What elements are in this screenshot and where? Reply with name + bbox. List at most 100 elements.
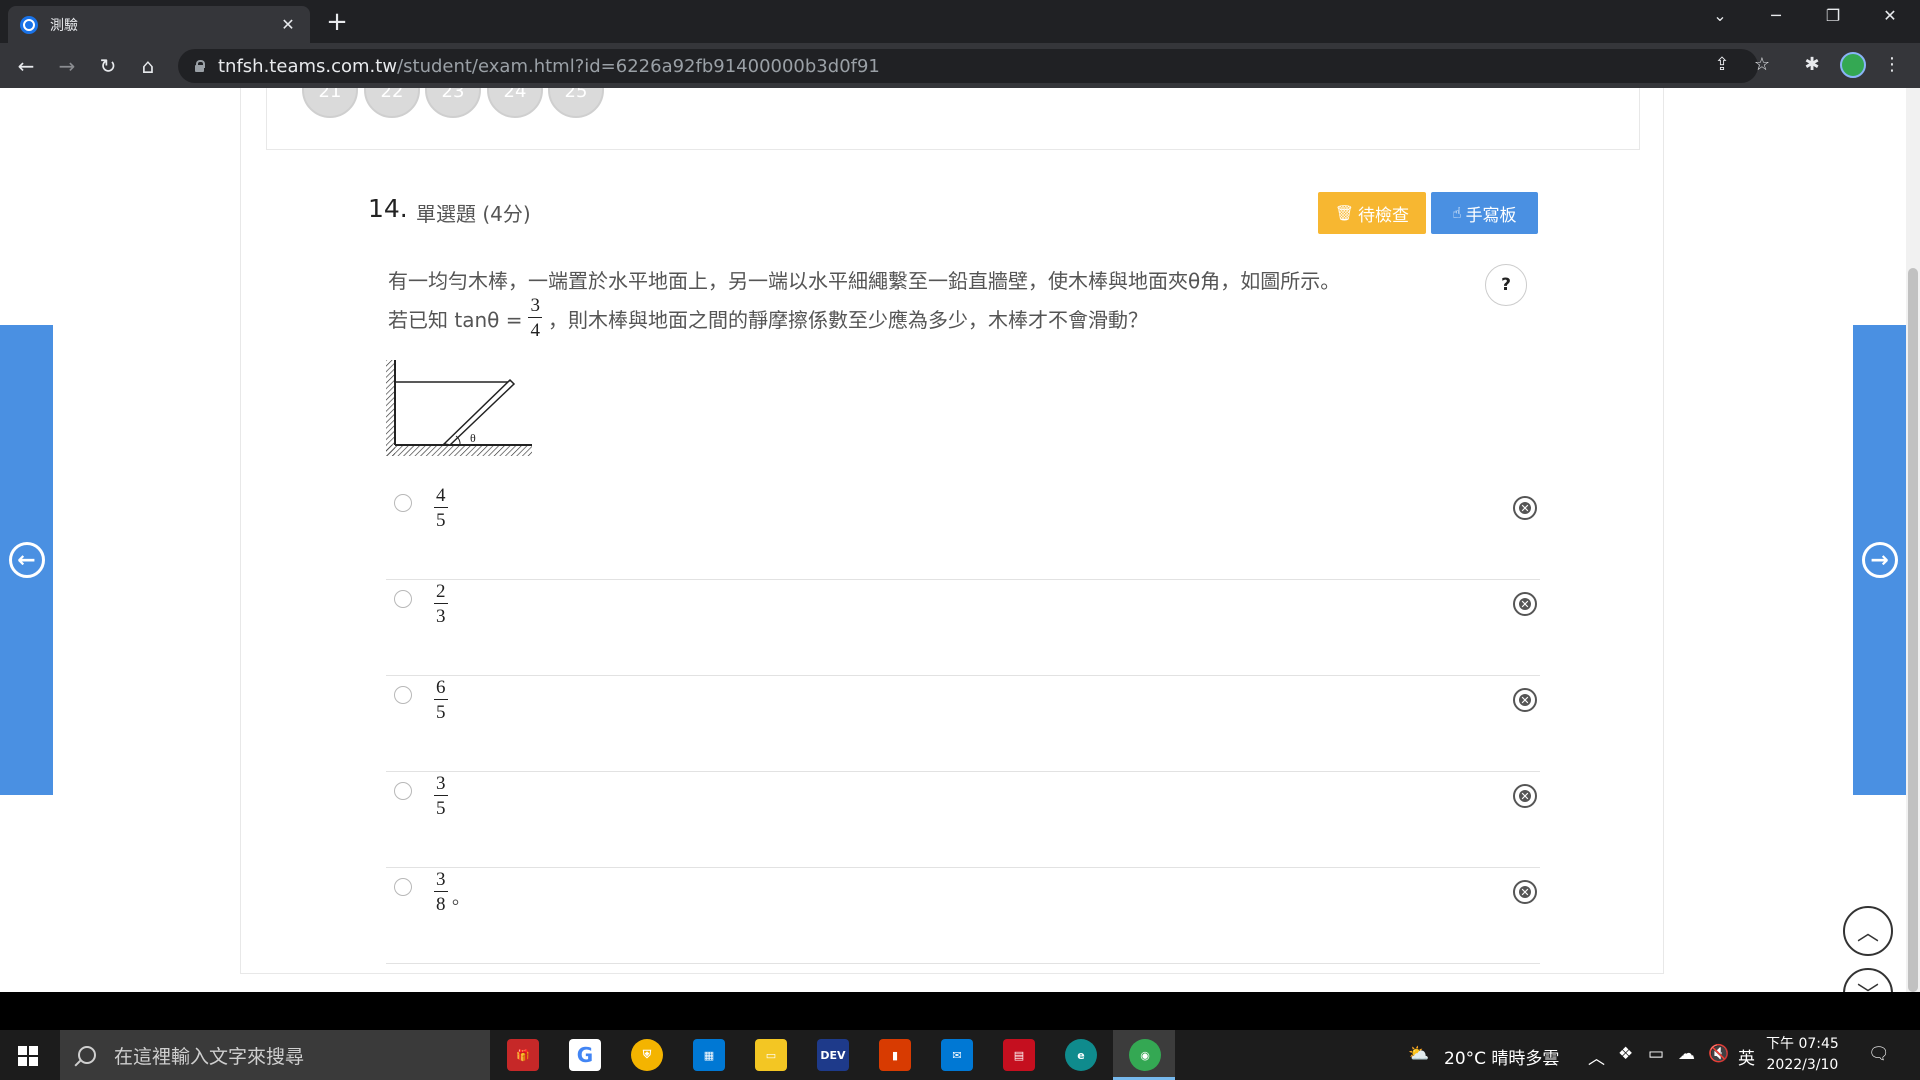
calendar-app-icon[interactable]: ▤ [1003,1039,1035,1071]
home-icon[interactable]: ⌂ [134,52,162,80]
reload-icon[interactable]: ↻ [94,52,122,80]
menu-kebab-icon[interactable]: ⋮ [1880,54,1904,75]
option-fraction: 3 8 [434,870,448,914]
stem-suffix: ，則木棒與地面之間的靜摩擦係數至少應為多少，木棒才不會滑動？ [547,307,1148,332]
exclude-option-icon[interactable]: ✕ [1513,496,1537,520]
chrome-browser-icon[interactable]: ◉ [1129,1039,1161,1071]
onedrive-cloud-icon[interactable]: ☁ [1678,1044,1695,1064]
exclude-option-icon[interactable]: ✕ [1513,880,1537,904]
handwriting-label: 手寫板 [1465,205,1517,226]
arrow-right-icon: → [1861,542,1898,578]
system-clock[interactable]: 下午 07:45 2022/3/10 [1766,1034,1839,1076]
windows-taskbar: 在這裡輸入文字來搜尋 🎁 G ⛨ ▦ ▭ DEV ▮ ✉ ▤ e ◉ ⛅ 20°… [0,1030,1920,1080]
edge-browser-icon[interactable]: e [1065,1039,1097,1071]
dropbox-icon[interactable]: ❖ [1618,1044,1633,1064]
bookmark-star-icon[interactable]: ☆ [1750,54,1774,75]
option-denominator: 8 [436,894,446,915]
teams-favicon-icon [20,15,38,34]
radio-button[interactable] [394,590,412,608]
back-arrow-icon[interactable]: ← [12,52,40,80]
address-bar[interactable]: tnfsh.teams.com.tw/student/exam.html?id=… [178,49,1758,83]
rod-shape [442,378,516,446]
office-icon[interactable]: ▮ [879,1039,911,1071]
mark-for-review-button[interactable]: 🗑 待檢查 [1318,192,1426,234]
gift-app-icon[interactable]: 🎁 [507,1039,539,1071]
notification-icon[interactable]: 🗨 [1868,1044,1890,1064]
exclude-option-icon[interactable]: ✕ [1513,592,1537,616]
tab-title: 測驗 [50,17,78,34]
windows-start-icon[interactable] [18,1046,38,1066]
exclude-option-icon[interactable]: ✕ [1513,688,1537,712]
tab-search-icon[interactable]: ⌄ [1700,6,1740,25]
option-denominator: 5 [436,798,446,819]
option-row[interactable]: 3 5 ✕ [386,772,1540,868]
option-row[interactable]: 6 5 ✕ [386,676,1540,772]
help-button[interactable]: ? [1485,264,1527,306]
option-fraction: 2 3 [434,582,448,626]
option-fraction: 6 5 [434,678,448,722]
profile-avatar[interactable] [1840,52,1866,78]
scroll-down-button[interactable]: ﹀ [1843,968,1893,992]
taskbar-search-box[interactable]: 在這裡輸入文字來搜尋 [60,1030,490,1080]
option-fraction: 4 5 [434,486,448,530]
url-path: /student/exam.html?id=6226a92fb91400000b… [397,55,880,77]
browser-toolbar: ← → ↻ ⌂ tnfsh.teams.com.tw/student/exam.… [0,43,1920,88]
question-type: 單選題 (4分) [416,202,531,226]
exclude-option-icon[interactable]: ✕ [1513,784,1537,808]
option-suffix: 。 [452,888,470,909]
close-window-button[interactable]: ✕ [1870,6,1910,25]
radio-button[interactable] [394,782,412,800]
page-scrollbar[interactable] [1906,88,1920,992]
battery-icon[interactable]: ▭ [1648,1044,1664,1064]
volume-muted-icon[interactable]: 🔇 [1708,1044,1729,1064]
new-tab-button[interactable]: + [322,7,352,37]
option-fraction: 3 5 [434,774,448,818]
option-numerator: 4 [434,485,448,508]
ms-store-icon[interactable]: ▦ [693,1039,725,1071]
option-row[interactable]: 3 8 。 ✕ [386,868,1540,964]
restore-button[interactable]: ❐ [1813,6,1853,25]
browser-tab-bar: 測驗 ✕ + ⌄ ─ ❐ ✕ [0,0,1920,43]
google-app-icon[interactable]: G [569,1039,601,1071]
clock-time: 下午 07:45 [1766,1036,1839,1052]
minimize-button[interactable]: ─ [1756,6,1796,25]
question-stem-line1: 有一均勻木棒，一端置於水平地面上，另一端以水平細繩繫至一鉛直牆壁，使木棒與地面夾… [388,269,1341,293]
share-icon[interactable]: ⇪ [1710,54,1734,75]
option-numerator: 2 [434,581,448,604]
floor-hatching [386,445,532,456]
ime-indicator[interactable]: 英 [1738,1044,1755,1069]
tab-close-icon[interactable]: ✕ [278,15,298,34]
tray-chevron-icon[interactable]: ︿ [1588,1044,1605,1069]
fraction-numerator: 3 [528,295,542,318]
mail-icon[interactable]: ✉ [941,1039,973,1071]
file-explorer-icon[interactable]: ▭ [755,1039,787,1071]
brave-shield-icon[interactable]: ⛨ [631,1039,663,1071]
option-numerator: 3 [434,869,448,892]
dev-app-icon[interactable]: DEV [817,1039,849,1071]
option-row[interactable]: 4 5 ✕ [386,484,1540,580]
radio-button[interactable] [394,686,412,704]
radio-button[interactable] [394,494,412,512]
page-bottom-band [0,992,1920,1030]
extensions-icon[interactable]: ✱ [1800,54,1824,75]
fraction-denominator: 4 [530,320,540,341]
option-denominator: 5 [436,702,446,723]
radio-button[interactable] [394,878,412,896]
weather-cloud-icon[interactable]: ⛅ [1408,1044,1429,1064]
option-row[interactable]: 2 3 ✕ [386,580,1540,676]
review-label: 待檢查 [1358,205,1410,226]
browser-tab[interactable]: 測驗 ✕ [8,6,310,43]
search-placeholder: 在這裡輸入文字來搜尋 [114,1045,305,1068]
question-figure: θ [386,360,532,456]
weather-text[interactable]: 20°C 晴時多雲 [1444,1044,1559,1069]
handwriting-pad-button[interactable]: ☝ 手寫板 [1431,192,1538,234]
previous-question-button[interactable]: ← [0,325,53,795]
trash-icon: 🗑 [1334,204,1355,222]
lock-icon [194,60,205,72]
scrollbar-thumb[interactable] [1908,268,1918,992]
forward-arrow-icon[interactable]: → [53,52,81,80]
theta-label: θ [470,431,476,445]
scroll-up-button[interactable]: ︿ [1843,906,1893,956]
next-question-button[interactable]: → [1853,325,1906,795]
hand-pointer-icon: ☝ [1452,204,1462,222]
